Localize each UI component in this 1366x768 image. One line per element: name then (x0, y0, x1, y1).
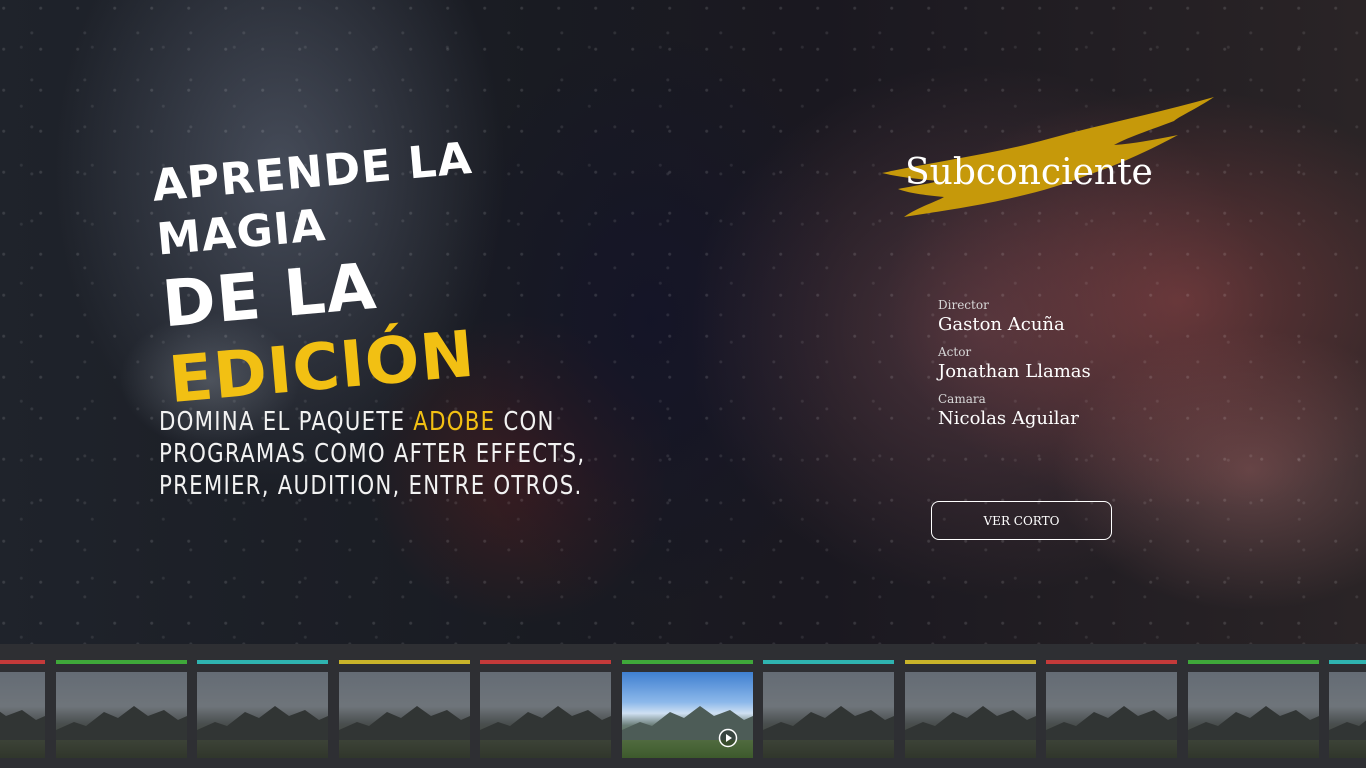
mountain-icon (905, 706, 1036, 740)
category-color-bar (339, 660, 470, 664)
category-color-bar (1329, 660, 1366, 664)
mountain-icon (480, 706, 611, 740)
hero-subtitle-accent: Adobe (413, 407, 496, 437)
video-thumbnail[interactable] (763, 660, 894, 758)
landscape-thumbnail-image (197, 672, 328, 758)
mountain-icon (1046, 706, 1177, 740)
video-thumbnail[interactable] (1046, 660, 1177, 758)
play-icon[interactable] (718, 728, 738, 748)
video-filmstrip (0, 644, 1366, 768)
video-thumbnail[interactable] (905, 660, 1036, 758)
landscape-thumbnail-image (0, 672, 45, 758)
video-thumbnail[interactable] (56, 660, 187, 758)
landscape-thumbnail-image (56, 672, 187, 758)
landscape-thumbnail-image (480, 672, 611, 758)
mountain-icon (339, 706, 470, 740)
landscape-thumbnail-image (339, 672, 470, 758)
hero-background: Aprende la magia de la edición Domina el… (0, 0, 1366, 768)
landscape-thumbnail-image (1329, 672, 1366, 758)
credit-director: Director Gaston Acuña (938, 298, 1091, 337)
landscape-thumbnail-image (1188, 672, 1319, 758)
mountain-icon (197, 706, 328, 740)
category-color-bar (480, 660, 611, 664)
credit-role: Actor (938, 345, 972, 359)
credit-name: Jonathan Llamas (938, 361, 1091, 382)
video-thumbnail[interactable] (0, 660, 45, 758)
credit-name: Nicolas Aguilar (938, 408, 1079, 429)
watch-short-button[interactable]: VER CORTO (931, 501, 1112, 540)
hero-subtitle: Domina el paquete Adobe con programas co… (159, 406, 618, 502)
credit-name: Gaston Acuña (938, 314, 1065, 335)
category-color-bar (197, 660, 328, 664)
category-color-bar (763, 660, 894, 664)
video-thumbnail[interactable] (197, 660, 328, 758)
mountain-icon (1188, 706, 1319, 740)
mountain-icon (0, 710, 45, 740)
category-color-bar (1046, 660, 1177, 664)
video-thumbnail[interactable] (480, 660, 611, 758)
landscape-thumbnail-image (905, 672, 1036, 758)
category-color-bar (905, 660, 1036, 664)
hero-headline: Aprende la magia de la edición (150, 119, 641, 419)
category-color-bar (56, 660, 187, 664)
landscape-thumbnail-image (1046, 672, 1177, 758)
mountain-icon (56, 706, 187, 740)
film-title: Subconciente (905, 152, 1153, 193)
category-color-bar (1188, 660, 1319, 664)
landscape-thumbnail-image (622, 672, 753, 758)
category-color-bar (0, 660, 45, 664)
landscape-thumbnail-image (763, 672, 894, 758)
video-thumbnail[interactable] (1188, 660, 1319, 758)
video-thumbnail[interactable] (339, 660, 470, 758)
category-color-bar (622, 660, 753, 664)
credit-actor: Actor Jonathan Llamas (938, 345, 1091, 384)
hero-subtitle-part1: Domina el paquete (159, 407, 414, 437)
credit-role: Camara (938, 392, 986, 406)
mountain-icon (1329, 720, 1366, 740)
video-thumbnail[interactable] (1329, 660, 1366, 758)
mountain-icon (763, 706, 894, 740)
credit-role: Director (938, 298, 989, 312)
credit-camera: Camara Nicolas Aguilar (938, 392, 1091, 431)
video-thumbnail[interactable] (622, 660, 753, 758)
film-credits: Director Gaston Acuña Actor Jonathan Lla… (938, 298, 1091, 439)
